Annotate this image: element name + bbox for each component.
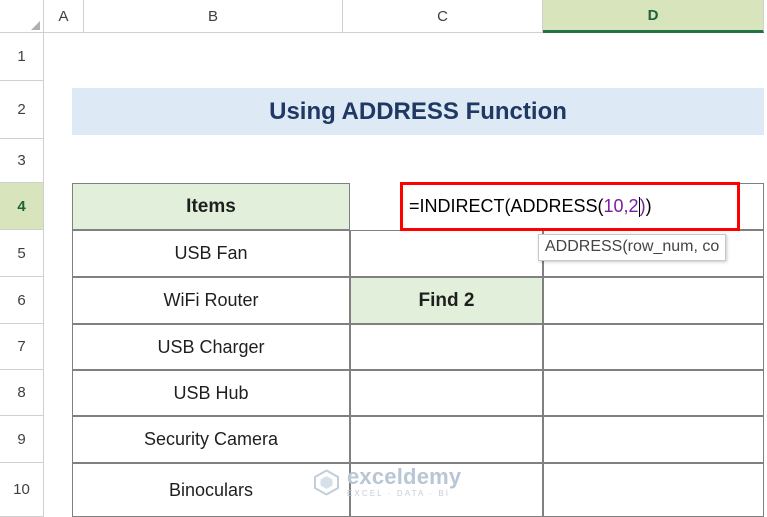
row-header-7[interactable]: 7	[0, 324, 44, 370]
function-arguments-tooltip: ADDRESS(row_num, co	[538, 234, 727, 261]
column-header-b[interactable]: B	[84, 0, 343, 33]
cell-c8[interactable]	[350, 370, 543, 416]
cell-c5[interactable]	[350, 230, 543, 277]
formula-edit-cell[interactable]: =INDIRECT(ADDRESS(10,2))	[400, 182, 740, 231]
find-label-cell[interactable]: Find 2	[350, 277, 543, 324]
table-row[interactable]: USB Hub	[72, 370, 350, 416]
row-header-3[interactable]: 3	[0, 139, 44, 183]
table-row[interactable]: WiFi Router	[72, 277, 350, 324]
row-header-9[interactable]: 9	[0, 416, 44, 463]
formula-text-close-outer: )	[645, 196, 652, 216]
row-header-6[interactable]: 6	[0, 277, 44, 324]
cell-c7[interactable]	[350, 324, 543, 370]
table-row[interactable]: Binoculars	[72, 463, 350, 517]
column-header-row: A B C D	[0, 0, 767, 33]
cell-d9[interactable]	[543, 416, 764, 463]
row-header-5[interactable]: 5	[0, 230, 44, 277]
column-header-a[interactable]: A	[44, 0, 84, 33]
table-header-items: Items	[72, 183, 350, 230]
page-title: Using ADDRESS Function	[72, 88, 764, 135]
select-all-triangle-icon	[31, 21, 40, 30]
row-header-1[interactable]: 1	[0, 33, 44, 81]
row-header-2[interactable]: 2	[0, 81, 44, 139]
row-header-4[interactable]: 4	[0, 183, 44, 230]
cell-d8[interactable]	[543, 370, 764, 416]
cell-d10[interactable]	[543, 463, 764, 517]
column-header-d[interactable]: D	[543, 0, 764, 33]
formula-text-start: =INDIRECT(ADDRESS(	[409, 196, 604, 216]
select-all-corner[interactable]	[0, 0, 44, 33]
table-row[interactable]: USB Charger	[72, 324, 350, 370]
excel-worksheet: A B C D 1 2 3 4 5 6 7 8 9 10 Using ADDRE…	[0, 0, 767, 517]
cell-d6[interactable]	[543, 277, 764, 324]
table-row[interactable]: USB Fan	[72, 230, 350, 277]
row-header-8[interactable]: 8	[0, 370, 44, 416]
cell-c10[interactable]	[350, 463, 543, 517]
row-header-10[interactable]: 10	[0, 463, 44, 517]
formula-text-args: 10,2	[603, 196, 639, 216]
table-row[interactable]: Security Camera	[72, 416, 350, 463]
column-header-c[interactable]: C	[343, 0, 543, 33]
cell-d7[interactable]	[543, 324, 764, 370]
cell-c9[interactable]	[350, 416, 543, 463]
